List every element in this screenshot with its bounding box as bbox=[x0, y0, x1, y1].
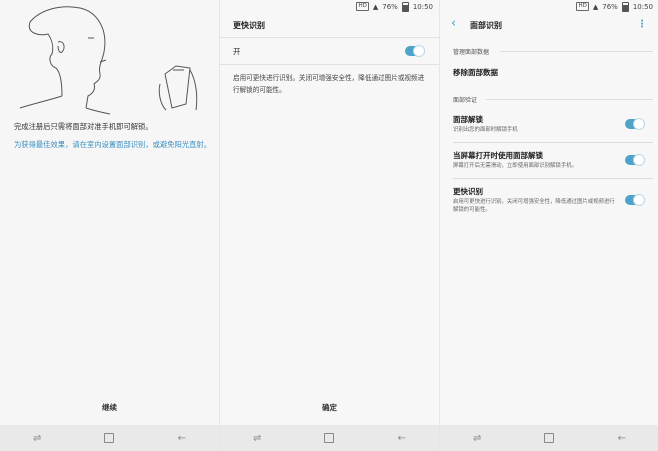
battery-percent: 76% bbox=[382, 2, 398, 11]
battery-icon bbox=[401, 1, 409, 12]
instruction-text: 完成注册后只需将面部对准手机即可解锁。 bbox=[14, 122, 153, 131]
divider bbox=[453, 178, 653, 179]
page-title: 面部识别 bbox=[470, 21, 502, 30]
switch-row[interactable]: 开 bbox=[233, 46, 426, 57]
continue-button[interactable]: 继续 bbox=[0, 402, 219, 413]
divider bbox=[220, 64, 439, 65]
recents-icon[interactable]: ⇌ bbox=[30, 432, 44, 444]
faster-recognition-subtitle: 启用可更快进行识别。关闭可增强安全性，降低通过图片或视频进行解锁的可能性。 bbox=[453, 199, 615, 213]
hint-text: 为获得最佳效果，请在室内设置面部识别，或避免阳光直射。 bbox=[14, 140, 212, 149]
hd-badge: HD bbox=[576, 2, 589, 11]
face-recognition-settings-panel: HD ▲ 76% 10:50 ‹ 面部识别 ⋮ 管理面部数据 移除面部数据 面部… bbox=[439, 0, 658, 451]
more-icon[interactable]: ⋮ bbox=[637, 19, 647, 30]
screen-on-unlock-toggle[interactable] bbox=[625, 154, 645, 166]
face-registration-panel: 完成注册后只需将面部对准手机即可解锁。 为获得最佳效果，请在室内设置面部识别，或… bbox=[0, 0, 219, 451]
section-line bbox=[500, 51, 653, 52]
navigation-bar: ⇌ ← bbox=[440, 425, 658, 451]
section-line bbox=[486, 99, 653, 100]
status-bar: HD ▲ 76% 10:50 bbox=[576, 0, 653, 13]
nav-back-icon[interactable]: ← bbox=[175, 432, 189, 444]
screen-on-unlock-subtitle: 屏幕打开后无需滑动，立即使用面部识别解锁手机。 bbox=[453, 163, 577, 169]
signal-icon: ▲ bbox=[372, 2, 379, 11]
hd-badge: HD bbox=[356, 2, 369, 11]
back-icon[interactable]: ‹ bbox=[451, 16, 456, 31]
status-bar: HD ▲ 76% 10:50 bbox=[356, 0, 433, 13]
home-icon[interactable] bbox=[324, 433, 335, 443]
recents-icon[interactable]: ⇌ bbox=[250, 432, 264, 444]
face-unlock-title[interactable]: 面部解锁 bbox=[453, 114, 483, 125]
faster-recognition-toggle[interactable] bbox=[625, 194, 645, 206]
status-time: 10:50 bbox=[632, 2, 653, 11]
divider bbox=[220, 37, 439, 38]
navigation-bar: ⇌ ← bbox=[0, 425, 219, 451]
faster-recognition-toggle[interactable] bbox=[405, 45, 425, 57]
section-header-manage: 管理面部数据 bbox=[453, 49, 490, 56]
remove-face-data-item[interactable]: 移除面部数据 bbox=[453, 67, 498, 78]
page-title: 更快识别 bbox=[233, 21, 265, 30]
screen-on-unlock-title[interactable]: 当屏幕打开时使用面部解锁 bbox=[453, 150, 543, 161]
divider bbox=[453, 142, 653, 143]
signal-icon: ▲ bbox=[592, 2, 599, 11]
navigation-bar: ⇌ ← bbox=[220, 425, 439, 451]
switch-label: 开 bbox=[233, 47, 241, 56]
confirm-button[interactable]: 确定 bbox=[220, 402, 439, 413]
faster-recognition-title[interactable]: 更快识别 bbox=[453, 186, 483, 197]
battery-icon bbox=[621, 1, 629, 12]
face-illustration bbox=[19, 6, 198, 115]
nav-back-icon[interactable]: ← bbox=[395, 432, 409, 444]
nav-back-icon[interactable]: ← bbox=[615, 432, 629, 444]
faster-recognition-panel: HD ▲ 76% 10:50 更快识别 开 启用可更快进行识别。关闭可增强安全性… bbox=[219, 0, 439, 451]
battery-percent: 76% bbox=[602, 2, 618, 11]
face-unlock-toggle[interactable] bbox=[625, 118, 645, 130]
status-time: 10:50 bbox=[412, 2, 433, 11]
face-unlock-subtitle: 识别出您的面部时解锁手机 bbox=[453, 127, 518, 133]
section-header-verify: 面部验证 bbox=[453, 97, 478, 104]
home-icon[interactable] bbox=[104, 433, 115, 443]
description-text: 启用可更快进行识别。关闭可增强安全性，降低通过图片或视频进行解锁的可能性。 bbox=[233, 74, 425, 94]
recents-icon[interactable]: ⇌ bbox=[470, 432, 484, 444]
home-icon[interactable] bbox=[544, 433, 555, 443]
